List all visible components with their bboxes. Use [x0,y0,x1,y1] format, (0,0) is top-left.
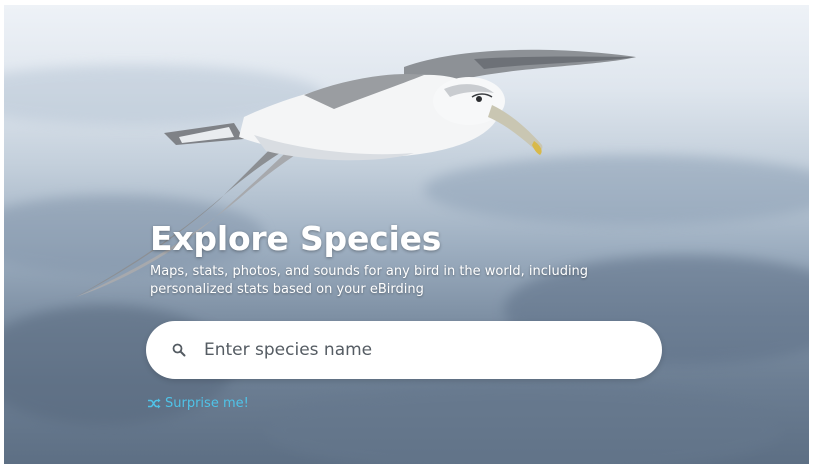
search-icon [170,341,188,359]
shuffle-icon [148,398,161,410]
surprise-me-link[interactable]: Surprise me! [148,396,249,411]
page-title: Explore Species [150,219,442,258]
page-subtitle: Maps, stats, photos, and sounds for any … [150,264,589,297]
species-search-box[interactable] [146,321,662,379]
hero-content: Explore Species Maps, stats, photos, and… [150,219,670,299]
surprise-me-label: Surprise me! [165,396,249,411]
species-search-input[interactable] [202,339,626,361]
hero-banner: Explore Species Maps, stats, photos, and… [4,5,809,464]
